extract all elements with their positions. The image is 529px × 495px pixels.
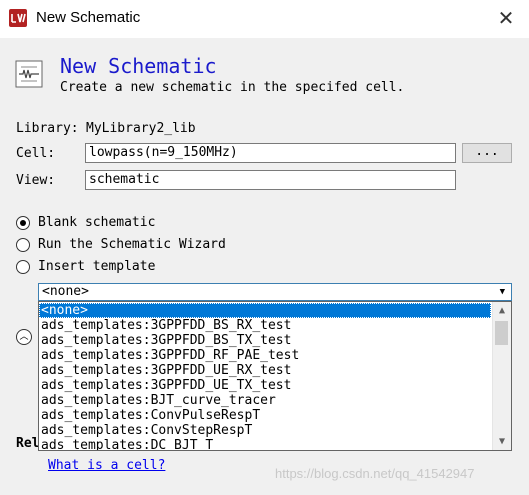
title-bar: New Schematic ✕ bbox=[0, 0, 529, 38]
related-heading: Rel bbox=[16, 436, 40, 451]
wizard-option[interactable]: Run the Schematic Wizard bbox=[16, 237, 266, 255]
radio-blank[interactable] bbox=[16, 216, 30, 230]
chevron-down-icon[interactable]: ▼ bbox=[500, 284, 505, 300]
chevron-up-icon[interactable]: ︿ bbox=[16, 329, 32, 345]
cell-label: Cell: bbox=[16, 146, 56, 161]
template-select-value: <none> bbox=[42, 284, 89, 299]
library-label: Library: bbox=[16, 121, 79, 136]
schematic-icon bbox=[15, 60, 43, 88]
template-option[interactable]: ads_templates:DC_BJT_T bbox=[39, 438, 491, 450]
window-title: New Schematic bbox=[36, 9, 141, 26]
template-option[interactable]: ads_templates:ConvStepRespT bbox=[39, 423, 491, 438]
radio-wizard[interactable] bbox=[16, 238, 30, 252]
view-field[interactable]: schematic bbox=[85, 170, 456, 190]
close-button[interactable]: ✕ bbox=[493, 6, 519, 32]
radio-template-label: Insert template bbox=[38, 259, 156, 274]
radio-wizard-label: Run the Schematic Wizard bbox=[38, 237, 226, 252]
blank-schematic-option[interactable]: Blank schematic bbox=[16, 215, 216, 233]
view-label: View: bbox=[16, 173, 56, 188]
template-option[interactable]: <none> bbox=[39, 303, 491, 318]
template-option[interactable]: ads_templates:BJT_curve_tracer bbox=[39, 393, 491, 408]
radio-blank-label: Blank schematic bbox=[38, 215, 156, 230]
scroll-up-icon[interactable]: ▲ bbox=[493, 302, 511, 319]
cell-field[interactable]: lowpass(n=9_150MHz) bbox=[85, 143, 456, 163]
scroll-thumb[interactable] bbox=[495, 321, 508, 345]
radio-template[interactable] bbox=[16, 260, 30, 274]
ads-app-icon bbox=[9, 9, 27, 27]
template-option[interactable]: ads_templates:3GPPFDD_UE_TX_test bbox=[39, 378, 491, 393]
watermark: https://blog.csdn.net/qq_41542947 bbox=[275, 466, 475, 481]
dialog-heading: New Schematic bbox=[60, 54, 217, 78]
dialog-subtitle: Create a new schematic in the specifed c… bbox=[60, 80, 405, 95]
browse-button[interactable]: ... bbox=[462, 143, 512, 163]
template-option[interactable]: ads_templates:3GPPFDD_BS_RX_test bbox=[39, 318, 491, 333]
template-dropdown-list[interactable]: <none> ads_templates:3GPPFDD_BS_RX_test ad… bbox=[38, 301, 512, 451]
scroll-down-icon[interactable]: ▼ bbox=[493, 433, 511, 450]
template-option[interactable]: ads_templates:3GPPFDD_RF_PAE_test bbox=[39, 348, 491, 363]
template-option[interactable]: ads_templates:3GPPFDD_BS_TX_test bbox=[39, 333, 491, 348]
insert-template-option[interactable]: Insert template bbox=[16, 259, 216, 277]
what-is-cell-link[interactable]: What is a cell? bbox=[48, 458, 165, 473]
template-option[interactable]: ads_templates:3GPPFDD_UE_RX_test bbox=[39, 363, 491, 378]
template-option[interactable]: ads_templates:ConvPulseRespT bbox=[39, 408, 491, 423]
scrollbar[interactable]: ▲ ▼ bbox=[492, 302, 511, 450]
template-select[interactable]: <none> ▼ bbox=[38, 283, 512, 301]
library-value: MyLibrary2_lib bbox=[86, 121, 196, 136]
